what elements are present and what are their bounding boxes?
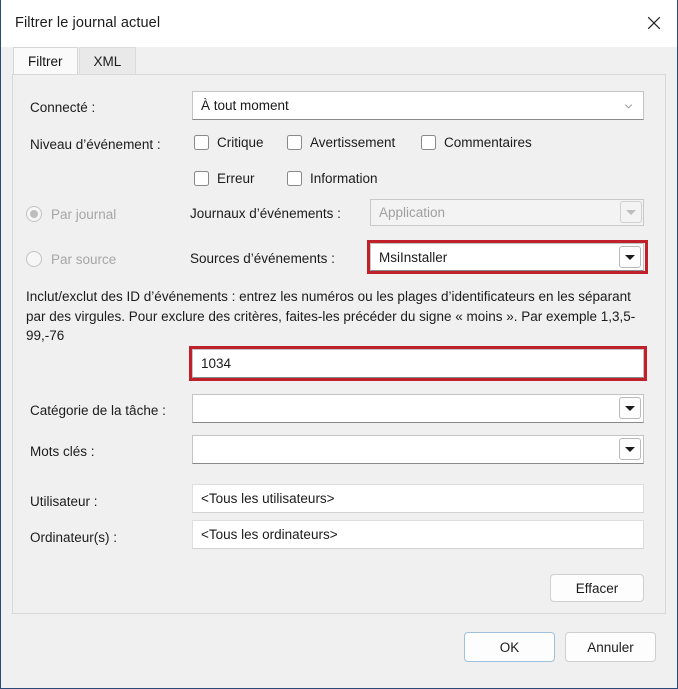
checkbox-erreur-label: Erreur	[217, 171, 255, 186]
title-bar: Filtrer le journal actuel	[1, 0, 677, 47]
task-category-label: Catégorie de la tâche :	[30, 403, 166, 418]
user-input[interactable]: <Tous les utilisateurs>	[192, 484, 644, 513]
logged-label: Connecté :	[30, 100, 95, 115]
event-logs-combo: Application	[370, 199, 644, 226]
computer-label: Ordinateur(s) :	[30, 530, 117, 545]
checkbox-commentaires-box	[421, 135, 436, 150]
chevron-down-icon	[623, 100, 634, 111]
computer-input[interactable]: <Tous les ordinateurs>	[192, 520, 644, 549]
user-label: Utilisateur :	[30, 494, 98, 509]
task-category-combo[interactable]	[192, 394, 644, 423]
event-logs-label: Journaux d’événements :	[190, 206, 341, 221]
event-sources-dropdown-button[interactable]	[619, 246, 641, 268]
radio-par-source-label: Par source	[51, 252, 116, 267]
event-ids-help-text: Inclut/exclut des ID d’événements : entr…	[26, 287, 640, 346]
chevron-down-icon	[626, 210, 636, 215]
close-icon	[646, 15, 662, 31]
checkbox-avertissement-label: Avertissement	[310, 135, 395, 150]
cancel-button-label: Annuler	[587, 640, 634, 655]
checkbox-erreur-box	[194, 171, 209, 186]
tab-xml[interactable]: XML	[79, 47, 137, 74]
checkbox-commentaires[interactable]: Commentaires	[421, 135, 532, 150]
clear-button-label: Effacer	[576, 581, 619, 596]
close-button[interactable]	[631, 0, 677, 46]
checkbox-information-box	[287, 171, 302, 186]
checkbox-avertissement-box	[287, 135, 302, 150]
filter-current-log-dialog: Filtrer le journal actuel Filtrer XML Co…	[0, 0, 678, 689]
keywords-combo[interactable]	[192, 435, 644, 464]
radio-par-journal-label: Par journal	[51, 207, 116, 222]
tab-xml-label: XML	[94, 54, 122, 69]
ok-button-label: OK	[500, 640, 520, 655]
chevron-down-icon	[625, 255, 635, 260]
event-level-label: Niveau d’événement :	[30, 137, 161, 152]
checkbox-avertissement[interactable]: Avertissement	[287, 135, 395, 150]
keywords-dropdown-button[interactable]	[619, 438, 641, 460]
checkbox-critique-label: Critique	[217, 135, 264, 150]
tab-strip: Filtrer XML	[1, 47, 677, 74]
user-value: <Tous les utilisateurs>	[201, 491, 335, 506]
event-ids-value: 1034	[201, 356, 231, 371]
radio-par-source[interactable]: Par source	[26, 251, 116, 267]
checkbox-critique-box	[194, 135, 209, 150]
chevron-down-icon	[625, 406, 635, 411]
tab-filtrer[interactable]: Filtrer	[13, 47, 78, 74]
event-sources-label: Sources d’événements :	[190, 251, 335, 266]
radio-par-journal[interactable]: Par journal	[26, 206, 116, 222]
event-sources-combo[interactable]: MsiInstaller	[370, 243, 644, 271]
event-logs-value: Application	[379, 205, 445, 220]
ok-button[interactable]: OK	[464, 632, 555, 662]
computer-value: <Tous les ordinateurs>	[201, 527, 338, 542]
checkbox-commentaires-label: Commentaires	[444, 135, 532, 150]
event-logs-dropdown-button	[620, 201, 642, 223]
tab-filtrer-label: Filtrer	[28, 54, 63, 69]
checkbox-critique[interactable]: Critique	[194, 135, 264, 150]
radio-par-journal-circle	[26, 206, 42, 222]
chevron-down-icon	[625, 447, 635, 452]
cancel-button[interactable]: Annuler	[565, 632, 656, 662]
filter-panel: Connecté : À tout moment Niveau d’événem…	[12, 74, 666, 614]
task-category-dropdown-button[interactable]	[619, 397, 641, 419]
logged-value: À tout moment	[201, 98, 289, 113]
window-title: Filtrer le journal actuel	[15, 15, 160, 31]
dialog-footer: OK Annuler	[1, 614, 677, 688]
event-sources-value: MsiInstaller	[379, 250, 447, 265]
keywords-label: Mots clés :	[30, 444, 95, 459]
radio-par-source-circle	[26, 251, 42, 267]
clear-button[interactable]: Effacer	[550, 574, 644, 602]
checkbox-information[interactable]: Information	[287, 171, 378, 186]
logged-combo[interactable]: À tout moment	[192, 91, 644, 120]
checkbox-erreur[interactable]: Erreur	[194, 171, 255, 186]
event-ids-input[interactable]: 1034	[192, 349, 644, 378]
checkbox-information-label: Information	[310, 171, 378, 186]
